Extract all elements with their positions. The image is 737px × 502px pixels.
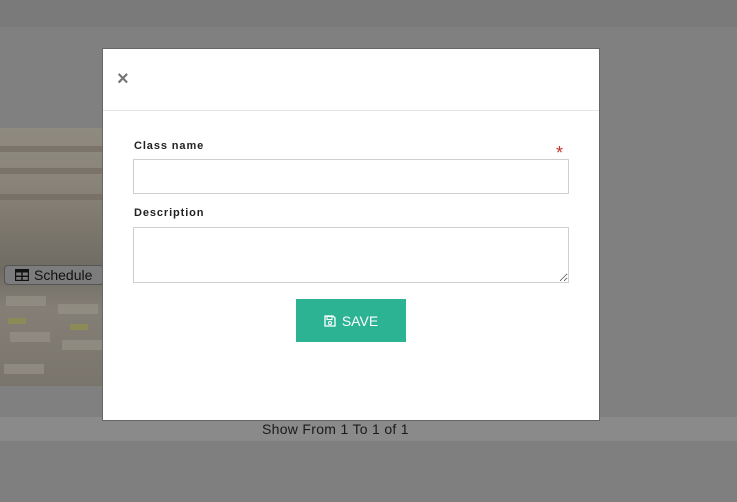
class-name-label: Class name (134, 140, 205, 152)
add-class-modal: × Class name * Description SAVE (102, 48, 600, 421)
modal-header: × (103, 49, 599, 111)
description-textarea[interactable] (133, 227, 569, 283)
description-label: Description (134, 207, 205, 219)
save-button[interactable]: SAVE (296, 299, 406, 342)
schedule-button[interactable]: Schedule (4, 265, 104, 285)
pagination-info: Show From 1 To 1 of 1 (262, 421, 409, 437)
page-bottom (0, 441, 737, 502)
table-icon (15, 269, 29, 281)
class-image (0, 128, 104, 386)
top-bar (0, 0, 737, 27)
class-name-input[interactable] (133, 159, 569, 194)
save-button-label: SAVE (341, 312, 379, 329)
floppy-disk-icon (324, 314, 336, 327)
schedule-button-label: Schedule (34, 267, 93, 283)
close-icon[interactable]: × (117, 69, 133, 89)
